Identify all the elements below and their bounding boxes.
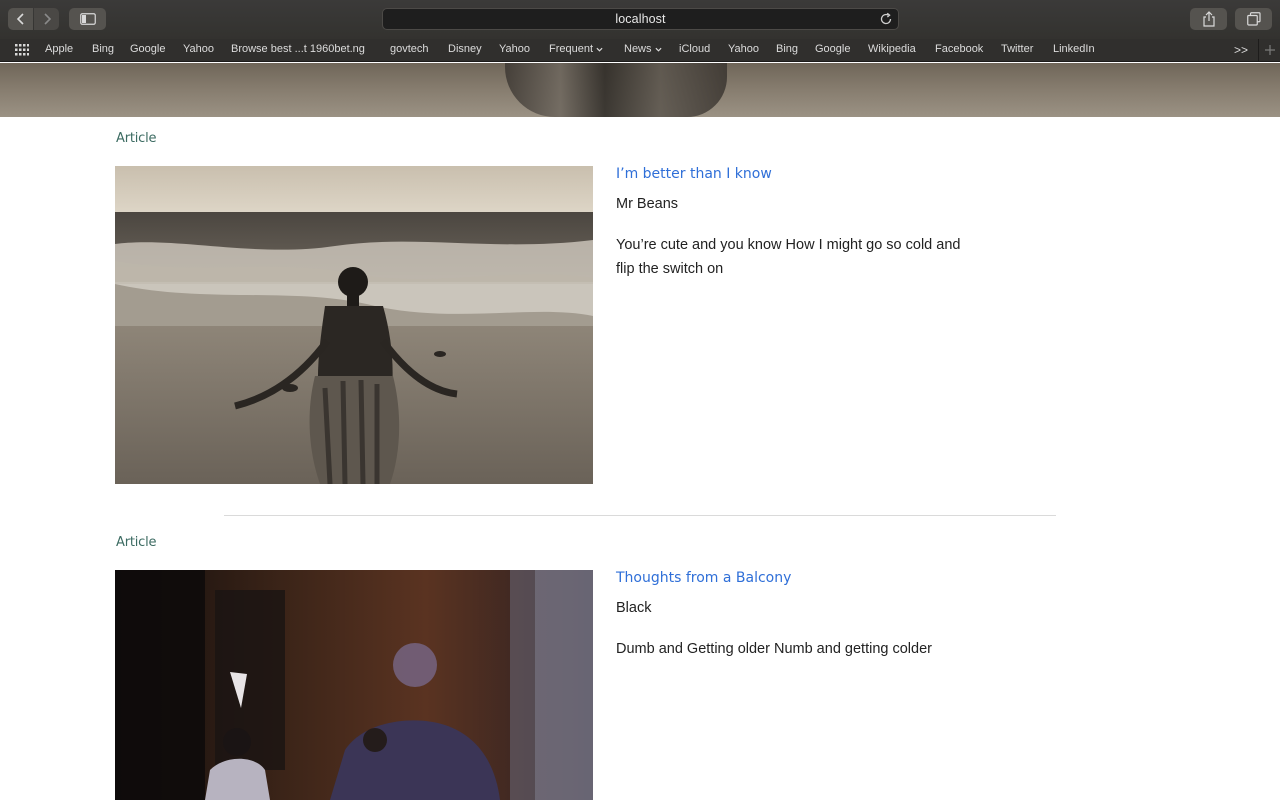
article-image[interactable] xyxy=(115,570,593,800)
favorite-link[interactable]: Disney xyxy=(448,43,482,55)
article-title-link[interactable]: Thoughts from a Balcony xyxy=(616,570,791,586)
favorite-link[interactable]: Browse best ...t 1960bet.ng xyxy=(231,43,365,55)
article-tag: Article xyxy=(116,131,157,146)
browser-toolbar: localhost xyxy=(0,0,1280,39)
chevron-left-icon xyxy=(16,13,24,25)
sidebar-icon xyxy=(79,13,96,25)
favorite-link[interactable]: Facebook xyxy=(935,43,983,55)
favorite-folder-news[interactable]: News xyxy=(624,43,662,55)
address-text: localhost xyxy=(615,12,666,26)
back-button[interactable] xyxy=(8,8,33,30)
grid-icon[interactable] xyxy=(15,44,29,56)
plus-icon xyxy=(1264,45,1275,55)
sidebar-toggle-button[interactable] xyxy=(69,8,106,30)
favorite-link[interactable]: Yahoo xyxy=(183,43,214,55)
tabs-overview-icon xyxy=(1246,12,1261,26)
beach-photo xyxy=(115,166,593,484)
article-author: Mr Beans xyxy=(616,196,679,212)
show-tabs-button[interactable] xyxy=(1235,8,1272,30)
address-bar[interactable]: localhost xyxy=(382,8,899,30)
add-favorite-button[interactable] xyxy=(1258,39,1280,61)
favorite-link[interactable]: Apple xyxy=(45,43,73,55)
chevron-right-icon xyxy=(43,13,51,25)
favorite-link[interactable]: Yahoo xyxy=(499,43,530,55)
page-content: Article I’m better than I know Mr Beans … xyxy=(0,63,1280,800)
favorite-link[interactable]: Google xyxy=(130,43,165,55)
favorite-link[interactable]: govtech xyxy=(390,43,429,55)
article-tag: Article xyxy=(116,535,157,550)
favorite-link[interactable]: Google xyxy=(815,43,850,55)
favorites-bar: Apple Bing Google Yahoo Browse best ...t… xyxy=(0,39,1280,62)
more-favorites-button[interactable]: >> xyxy=(1234,43,1248,57)
article-excerpt: You’re cute and you know How I might go … xyxy=(616,237,961,277)
share-button[interactable] xyxy=(1190,8,1227,30)
article-title-link[interactable]: I’m better than I know xyxy=(616,166,772,182)
favorite-link[interactable]: Wikipedia xyxy=(868,43,916,55)
favorite-link[interactable]: Twitter xyxy=(1001,43,1033,55)
article-excerpt: Dumb and Getting older Numb and getting … xyxy=(616,641,932,657)
balcony-photo xyxy=(115,570,593,800)
favorite-link[interactable]: Bing xyxy=(92,43,114,55)
share-icon xyxy=(1202,11,1215,27)
favorite-link[interactable]: LinkedIn xyxy=(1053,43,1095,55)
article-divider xyxy=(224,515,1056,516)
article-image[interactable] xyxy=(115,166,593,484)
chevron-down-icon xyxy=(596,47,603,52)
hero-figure-silhouette xyxy=(505,63,727,117)
hero-image xyxy=(0,63,1280,117)
favorite-link[interactable]: iCloud xyxy=(679,43,710,55)
reload-icon[interactable] xyxy=(879,12,893,26)
favorite-link[interactable]: Yahoo xyxy=(728,43,759,55)
favorite-link[interactable]: Bing xyxy=(776,43,798,55)
favorite-folder-frequent[interactable]: Frequent xyxy=(549,43,603,55)
navigation-buttons xyxy=(8,8,59,30)
chevron-down-icon xyxy=(654,47,662,52)
forward-button[interactable] xyxy=(34,8,59,30)
article-author: Black xyxy=(616,600,652,616)
